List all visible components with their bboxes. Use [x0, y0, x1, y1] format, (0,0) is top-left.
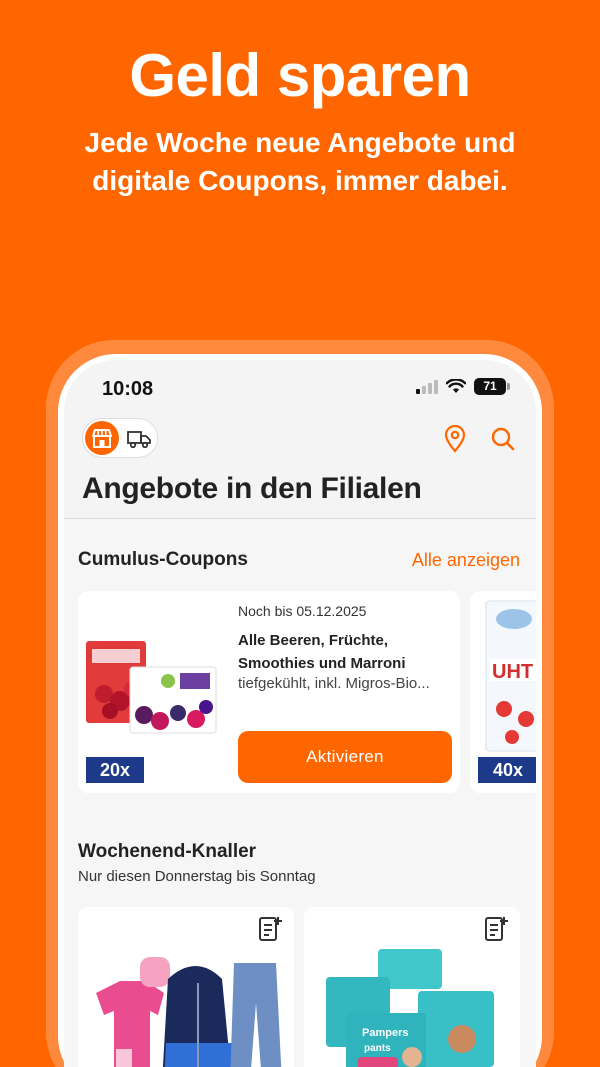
diapers-icon — [326, 949, 494, 1067]
wifi-icon — [446, 379, 466, 393]
offers-content[interactable]: Cumulus-Coupons Alle anzeigen 20x Noch b… — [64, 519, 536, 1067]
coupon-description: tiefgekühlt, inkl. Migros-Bio... — [238, 675, 430, 692]
weekend-product-card[interactable] — [78, 907, 294, 1067]
page-title: Angebote in den Filialen — [82, 472, 422, 505]
weekend-section-subtitle: Nur diesen Donnerstag bis Sonntag — [78, 868, 316, 885]
mode-toggle[interactable] — [82, 418, 158, 458]
coupon-card[interactable]: 20x Noch bis 05.12.2025 Alle Beeren, Frü… — [78, 591, 460, 793]
promo-subline: Jede Woche neue Angebote und digitale Co… — [84, 127, 516, 196]
weekend-section-title: Wochenend-Knaller — [78, 841, 257, 862]
pampers-variant-label: pants — [364, 1043, 391, 1054]
promo-headline: Geld sparen — [129, 42, 471, 109]
show-all-coupons-link[interactable]: Alle anzeigen — [412, 550, 520, 571]
pampers-brand-label: Pampers — [362, 1027, 409, 1039]
coupon-product-name: Alle Beeren, Früchte, Smoothies und Marr… — [238, 632, 406, 672]
status-bar: 10:08 71 — [64, 360, 536, 416]
frozen-berries-product-image — [86, 641, 217, 734]
store-icon[interactable] — [85, 421, 119, 455]
add-to-list-icon[interactable] — [482, 915, 510, 943]
add-to-list-icon[interactable] — [256, 915, 284, 943]
coupon-multiplier-badge: 40x — [478, 757, 536, 783]
search-icon[interactable] — [488, 424, 518, 454]
coupon-card[interactable]: UHT 40x — [470, 591, 536, 793]
battery-icon: 71 — [474, 378, 510, 395]
truck-icon[interactable] — [123, 423, 155, 455]
phone-screen: 10:08 71 Angebote in den Filialen Cumulu… — [64, 360, 536, 1067]
milk-product-label: UHT — [492, 661, 534, 683]
location-pin-icon[interactable] — [440, 424, 470, 454]
status-time: 10:08 — [102, 378, 154, 400]
coupons-section-title: Cumulus-Coupons — [78, 549, 248, 570]
weekend-product-card[interactable]: Pampers pants — [304, 907, 520, 1067]
signal-icon — [416, 379, 438, 394]
coupon-valid-until: Noch bis 05.12.2025 — [238, 603, 367, 619]
status-icons: 71 — [416, 378, 510, 395]
coupon-multiplier-badge: 20x — [86, 757, 144, 783]
activate-coupon-button[interactable]: Aktivieren — [238, 731, 452, 783]
kids-clothing-icon — [96, 957, 282, 1067]
